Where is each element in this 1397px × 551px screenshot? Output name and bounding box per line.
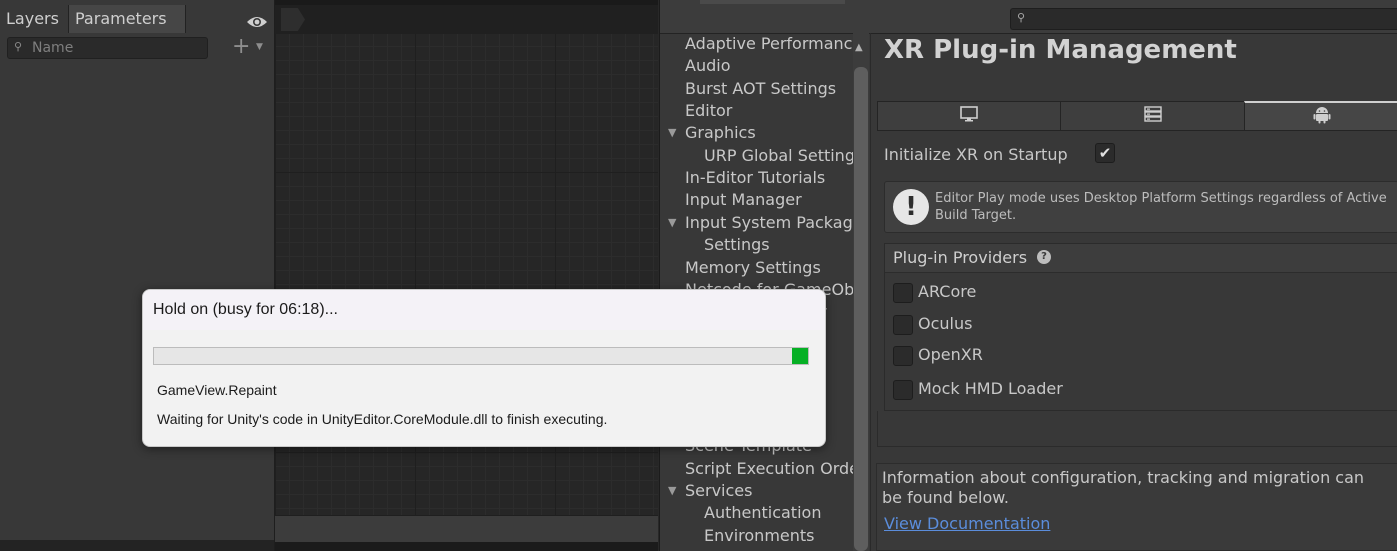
xr-settings-content: XR Plug-in Management Initialize XR on S… <box>870 33 1397 551</box>
graph-horizontal-scrollbar[interactable] <box>275 515 658 543</box>
nav-item[interactable]: Editor <box>685 100 732 122</box>
graph-breadcrumb-bar <box>275 5 658 34</box>
nav-item[interactable]: Adaptive Performanc <box>685 33 852 55</box>
help-message: Editor Play mode uses Desktop Platform S… <box>935 191 1387 223</box>
dialog-title: Hold on (busy for 06:18)... <box>153 301 338 318</box>
scroll-up-arrow-icon[interactable]: ▲ <box>855 42 863 53</box>
animator-bottom-bar <box>0 540 274 551</box>
fold-arrow-icon[interactable]: ▼ <box>668 212 676 234</box>
fold-arrow-icon[interactable]: ▼ <box>668 480 676 502</box>
project-settings-window: ⚲ Adaptive Performanc Audio Burst AOT Sett… <box>659 0 1397 551</box>
help-icon[interactable]: ? <box>1037 250 1051 264</box>
settings-search-input[interactable]: ⚲ <box>1010 8 1397 30</box>
nav-item[interactable]: URP Global Setting <box>704 145 853 167</box>
server-icon <box>1143 106 1162 126</box>
nav-item[interactable]: Services <box>685 480 752 502</box>
tab-standalone[interactable] <box>877 101 1061 131</box>
dialog-task-label: GameView.Repaint <box>157 382 277 398</box>
progress-bar-fill <box>792 348 808 364</box>
eye-icon[interactable] <box>246 14 268 33</box>
plugin-providers-header: Plug-in Providers ? <box>885 244 1397 273</box>
view-documentation-link[interactable]: View Documentation <box>884 514 1050 533</box>
provider-checkbox[interactable] <box>893 346 913 366</box>
nav-item[interactable]: Input System Packag <box>685 212 853 234</box>
info-box: Information about configuration, trackin… <box>876 463 1397 551</box>
help-box: ! Editor Play mode uses Desktop Platform… <box>884 181 1397 233</box>
busy-progress-dialog: Hold on (busy for 06:18)... GameView.Rep… <box>142 289 826 447</box>
tab-android[interactable] <box>1244 101 1397 131</box>
search-icon: ⚲ <box>1017 11 1026 24</box>
tab-dedicated-server[interactable] <box>1060 101 1245 131</box>
initialize-xr-checkbox[interactable]: ✔ <box>1095 143 1115 163</box>
info-text: Information about configuration, trackin… <box>882 468 1365 507</box>
nav-item[interactable]: Graphics <box>685 122 756 144</box>
search-icon: ⚲ <box>14 40 23 53</box>
nav-item[interactable]: Burst AOT Settings <box>685 78 836 100</box>
platform-tabs <box>877 101 1397 131</box>
add-parameter-button[interactable]: + <box>232 36 250 58</box>
nav-item[interactable]: Memory Settings <box>685 257 821 279</box>
provider-label: Oculus <box>918 314 973 333</box>
breadcrumb-arrow[interactable] <box>281 8 305 31</box>
provider-checkbox[interactable] <box>893 380 913 400</box>
dialog-message: Waiting for Unity's code in UnityEditor.… <box>157 411 608 427</box>
tab-parameters[interactable]: Parameters <box>68 5 186 33</box>
dialog-titlebar: Hold on (busy for 06:18)... <box>143 290 825 330</box>
initialize-xr-label: Initialize XR on Startup <box>884 145 1068 164</box>
page-title: XR Plug-in Management <box>884 35 1237 65</box>
graph-bottom-bar <box>275 542 658 551</box>
parameter-search[interactable]: ⚲ <box>7 37 208 59</box>
plugin-providers-title: Plug-in Providers <box>893 248 1028 267</box>
parameter-search-input[interactable] <box>32 38 202 58</box>
providers-footer <box>877 411 1397 447</box>
checkmark-icon: ✔ <box>1098 144 1112 162</box>
plugin-providers-panel: Plug-in Providers ? ARCore Oculus OpenXR… <box>884 243 1397 411</box>
progress-bar <box>153 347 809 365</box>
nav-item[interactable]: Audio <box>685 55 730 77</box>
nav-item[interactable]: Input Manager <box>685 189 802 211</box>
provider-label: ARCore <box>918 282 977 301</box>
nav-item[interactable]: Authentication <box>704 502 821 524</box>
nav-scroll-thumb[interactable] <box>854 67 868 551</box>
nav-item[interactable]: Script Execution Orde <box>685 458 853 480</box>
window-tab-stub <box>700 0 845 4</box>
provider-label: OpenXR <box>918 345 983 364</box>
provider-checkbox[interactable] <box>893 315 913 335</box>
android-icon <box>1313 106 1331 128</box>
nav-item[interactable]: Environments <box>704 525 815 547</box>
animator-tabs: Layers Parameters <box>0 5 274 33</box>
nav-scrollbar[interactable]: ▲ <box>853 33 869 551</box>
project-settings-toolbar: ⚲ <box>660 0 1397 34</box>
animator-panel: Layers Parameters ⚲ + ▼ <box>0 0 275 551</box>
fold-arrow-icon[interactable]: ▼ <box>668 122 676 144</box>
nav-item[interactable]: In-Editor Tutorials <box>685 167 825 189</box>
provider-label: Mock HMD Loader <box>918 379 1063 398</box>
nav-item[interactable]: Settings <box>704 234 770 256</box>
warning-icon: ! <box>893 189 929 225</box>
provider-checkbox[interactable] <box>893 283 913 303</box>
chevron-down-icon[interactable]: ▼ <box>256 42 263 52</box>
tab-layers[interactable]: Layers <box>0 5 69 33</box>
monitor-icon <box>959 106 979 126</box>
